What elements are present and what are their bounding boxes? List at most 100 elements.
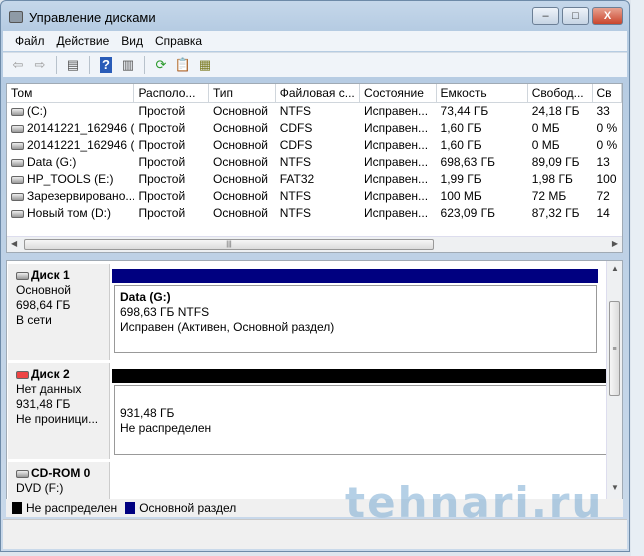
cell-status: Исправен... (360, 171, 437, 188)
volume-row[interactable]: Data (G:) Простой Основной NTFS Исправен... 6… (7, 154, 622, 171)
menu-view[interactable]: Вид (117, 34, 151, 48)
back-icon[interactable]: ⇦ (9, 56, 27, 74)
cell-percent-free: 0 % (593, 120, 622, 137)
forward-icon[interactable]: ⇨ (31, 56, 49, 74)
cell-volume: 20141221_162946 (I:) (7, 137, 134, 154)
cell-text: HP_TOOLS (E:) (27, 172, 114, 186)
disk-icon (16, 271, 29, 280)
cell-capacity: 73,44 ГБ (437, 103, 528, 120)
horizontal-scrollbar[interactable]: ◀ ||| ▶ (7, 236, 622, 252)
volume-row[interactable]: 20141221_162946 (I:) Простой Основной CDFS И… (7, 137, 622, 154)
volume-row[interactable]: Зарезервировано... Простой Основной NTFS Исп… (7, 188, 622, 205)
scroll-down-icon[interactable]: ▼ (611, 483, 619, 492)
cell-text: FAT32 (279, 172, 315, 186)
menu-file[interactable]: Файл (11, 34, 53, 48)
cell-text: 13 (596, 155, 610, 169)
cell-text: Исправен... (364, 155, 429, 169)
cell-layout: Простой (134, 120, 209, 137)
column-header-filesystem[interactable]: Файловая с... (276, 84, 361, 102)
scroll-right-icon[interactable]: ▶ (612, 239, 618, 248)
column-header-free[interactable]: Свобод... (528, 84, 593, 102)
partition-data-g[interactable]: Data (G:) 698,63 ГБ NTFS Исправен (Актив… (114, 285, 597, 353)
column-header-percent-free[interactable]: Св (593, 84, 622, 102)
vertical-scroll-thumb[interactable]: ≡ (609, 301, 620, 396)
properties-icon[interactable]: 📋 (174, 56, 192, 74)
refresh-icon[interactable]: ⟳ (152, 56, 170, 74)
drive-icon (11, 175, 24, 184)
volume-row[interactable]: (C:) Простой Основной NTFS Исправен... 73,44 … (7, 103, 622, 120)
cell-text: 87,32 ГБ (531, 206, 580, 220)
cell-percent-free: 72 (593, 188, 622, 205)
cdrom-type: DVD (F:) (16, 481, 64, 495)
cell-text: CDFS (279, 121, 313, 135)
cell-text: (C:) (27, 104, 47, 118)
cell-text: 1,60 ГБ (440, 138, 482, 152)
disk-2-label[interactable]: Диск 2 Нет данных 931,48 ГБ Не проиници.… (8, 363, 110, 459)
vertical-scrollbar[interactable]: ▲ ≡ ▼ (606, 261, 622, 499)
column-header-layout[interactable]: Располо... (134, 84, 209, 102)
disk-management-window: Управление дисками – □ X Файл Действие В… (0, 0, 630, 552)
cd-drive-icon (11, 141, 24, 150)
column-header-type[interactable]: Тип (209, 84, 276, 102)
cell-type: Основной (209, 137, 276, 154)
cell-status: Исправен... (360, 120, 437, 137)
cell-text: Исправен... (364, 121, 429, 135)
cell-type: Основной (209, 154, 276, 171)
cell-text: Простой (138, 121, 186, 135)
cell-free: 0 МБ (528, 120, 593, 137)
cell-text: CDFS (279, 138, 313, 152)
menu-help[interactable]: Справка (151, 34, 210, 48)
cell-text: 89,09 ГБ (531, 155, 580, 169)
cell-status: Исправен... (360, 205, 437, 222)
column-header-status[interactable]: Состояние (360, 84, 437, 102)
cell-text: 0 % (596, 121, 618, 135)
volume-row[interactable]: HP_TOOLS (E:) Простой Основной FAT32 Исправе… (7, 171, 622, 188)
volume-row[interactable]: Новый том (D:) Простой Основной NTFS Исправе… (7, 205, 622, 222)
volume-row[interactable]: 20141221_162946 (... Простой Основной CDFS И… (7, 120, 622, 137)
disk-1-label[interactable]: Диск 1 Основной 698,64 ГБ В сети (8, 264, 110, 360)
cell-text: Простой (138, 172, 186, 186)
cell-text: 33 (596, 104, 610, 118)
cell-free: 87,32 ГБ (528, 205, 593, 222)
column-header-capacity[interactable]: Емкость (437, 84, 528, 102)
close-button[interactable]: X (592, 7, 623, 25)
volume-list: Том Располо... Тип Файловая с... Состоян… (6, 83, 623, 253)
cell-text: 72 (596, 189, 610, 203)
cell-filesystem: CDFS (276, 137, 360, 154)
unallocated-space[interactable]: 931,48 ГБ Не распределен (114, 385, 608, 455)
horizontal-scroll-thumb[interactable]: ||| (24, 239, 434, 250)
menu-action[interactable]: Действие (53, 34, 118, 48)
toolbar: ⇦ ⇨ ▤ ? ▥ ⟳ 📋 ▦ (3, 52, 627, 77)
minimize-button[interactable]: – (532, 7, 559, 25)
legend-swatch-unallocated (12, 502, 22, 514)
cell-text: Простой (138, 189, 186, 203)
cell-type: Основной (209, 171, 276, 188)
cell-filesystem: CDFS (276, 120, 360, 137)
cell-volume: 20141221_162946 (... (7, 120, 134, 137)
settings-icon[interactable]: ▦ (196, 56, 214, 74)
cell-layout: Простой (134, 188, 209, 205)
legend-swatch-primary (125, 502, 136, 514)
disk-2-name: Диск 2 (31, 367, 70, 381)
cell-text: Основной (213, 155, 269, 169)
drive-icon (11, 107, 24, 116)
cell-filesystem: NTFS (276, 205, 360, 222)
cell-text: 72 МБ (531, 189, 567, 203)
maximize-button[interactable]: □ (562, 7, 589, 25)
cell-volume: Data (G:) (7, 154, 134, 171)
column-header-volume[interactable]: Том (7, 84, 135, 102)
cell-filesystem: NTFS (276, 103, 360, 120)
cell-text: Простой (138, 206, 186, 220)
cell-text: NTFS (279, 189, 312, 203)
scroll-up-icon[interactable]: ▲ (611, 264, 619, 273)
show-hide-action-icon[interactable]: ▥ (119, 56, 137, 74)
cell-percent-free: 100 (593, 171, 622, 188)
cell-text: Data (G:) (27, 155, 77, 169)
cdrom-0-label[interactable]: CD-ROM 0 DVD (F:) (8, 462, 110, 499)
scroll-left-icon[interactable]: ◀ (11, 239, 17, 248)
cell-filesystem: NTFS (276, 188, 360, 205)
show-hide-tree-icon[interactable]: ▤ (64, 56, 82, 74)
cell-text: Исправен... (364, 172, 429, 186)
help-icon[interactable]: ? (97, 56, 115, 74)
drive-icon (11, 158, 24, 167)
